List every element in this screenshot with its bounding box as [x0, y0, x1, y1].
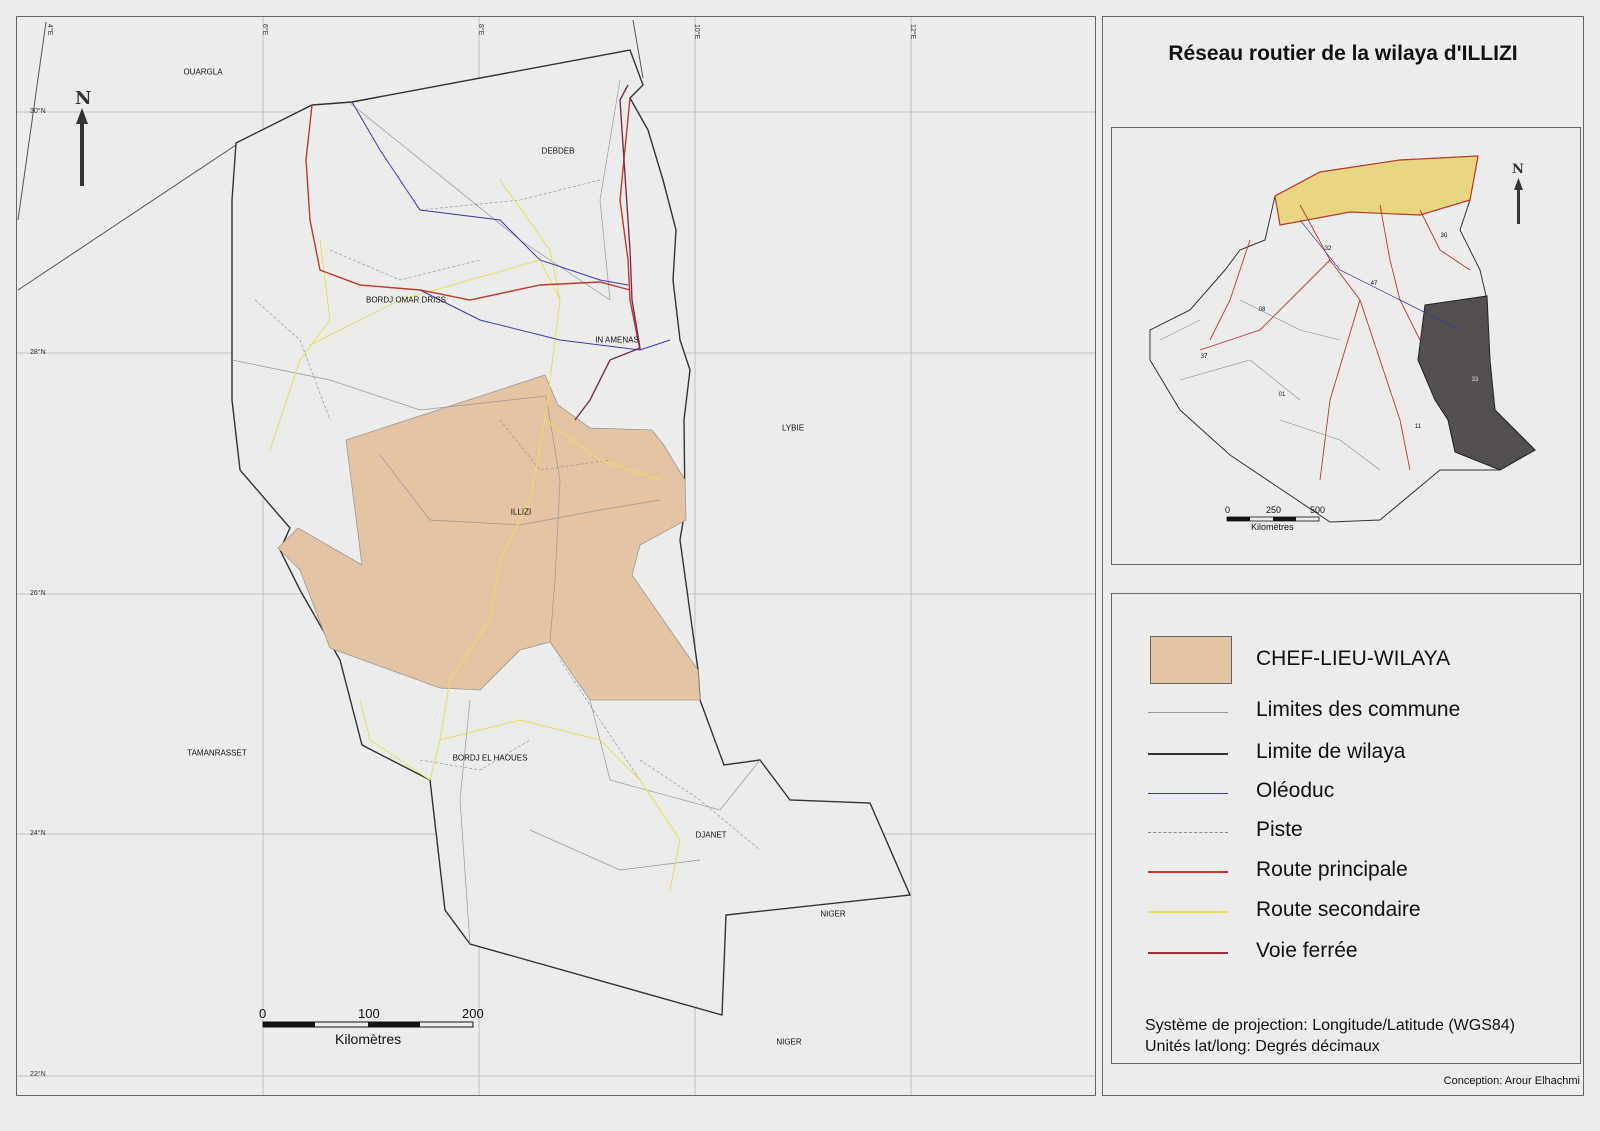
place-in-amenas: IN AMENAS — [595, 335, 639, 345]
legend-line-route-principale — [1148, 871, 1228, 873]
lat-tick-22: 22°N — [30, 1071, 46, 1078]
place-niger-2: NIGER — [776, 1037, 802, 1047]
north-label: N — [75, 88, 92, 109]
place-bordj-omar-driss: BORDJ OMAR DRISS — [365, 295, 447, 305]
projection-line-2: Unités lat/long: Degrés décimaux — [1145, 1038, 1380, 1055]
place-djanet: DJANET — [695, 830, 727, 840]
inset-scale-label-250: 250 — [1266, 505, 1282, 515]
legend-label-commune: Limites des commune — [1256, 698, 1461, 721]
inset-code-33: 33 — [1471, 377, 1479, 383]
lat-tick-28: 28°N — [30, 349, 46, 356]
legend-line-voie-ferree — [1148, 952, 1228, 954]
legend-row-wilaya — [1148, 739, 1228, 769]
legend-label-route-secondaire: Route secondaire — [1256, 898, 1421, 921]
legend-label-voie-ferree: Voie ferrée — [1256, 939, 1358, 962]
place-ouargla: OUARGLA — [183, 67, 223, 77]
lat-tick-24: 24°N — [30, 830, 46, 837]
lon-tick-12: 12°E — [909, 24, 916, 40]
scale-label-0: 0 — [259, 1006, 267, 1021]
inset-scale-unit: Kilomètres — [1251, 522, 1294, 532]
place-bordj-el-haoues: BORDJ EL HAOUES — [452, 753, 528, 763]
scale-label-200: 200 — [462, 1006, 484, 1021]
lon-tick-8: 8°E — [477, 24, 484, 36]
place-debdeb: DEBDEB — [541, 146, 575, 156]
place-niger-1: NIGER — [820, 909, 846, 919]
inset-north-label: N — [1512, 162, 1524, 177]
legend-label-piste: Piste — [1256, 818, 1303, 841]
legend-row-piste — [1148, 817, 1228, 847]
inset-north-arrow-shape — [1514, 178, 1523, 224]
legend-row-oleoduc — [1148, 778, 1228, 808]
legend-label-wilaya: Limite de wilaya — [1256, 740, 1406, 763]
inset-code-47: 47 — [1370, 281, 1378, 287]
inset-code-37: 37 — [1200, 354, 1208, 360]
legend-line-oleoduc — [1148, 792, 1228, 794]
place-tamanrasset: TAMANRASSET — [187, 748, 247, 758]
inset-code-30: 30 — [1440, 233, 1448, 239]
map-title: Réseau routier de la wilaya d'ILLIZI — [1168, 42, 1518, 65]
legend-line-piste — [1148, 831, 1228, 833]
lon-tick-6: 6°E — [261, 24, 268, 36]
lat-tick-30: 30°N — [30, 108, 46, 115]
legend-label-route-principale: Route principale — [1256, 858, 1408, 881]
legend-row-commune — [1148, 697, 1228, 727]
legend-chef-lieu-label: CHEF-LIEU-WILAYA — [1256, 647, 1451, 670]
inset-code-01: 01 — [1278, 392, 1286, 398]
lat-tick-26: 26°N — [30, 590, 46, 597]
credit: Conception: Arour Elhachmi — [1443, 1075, 1580, 1087]
legend-line-commune — [1148, 711, 1228, 713]
projection-line-1: Système de projection: Longitude/Latitud… — [1145, 1017, 1515, 1034]
scale-label-100: 100 — [358, 1006, 380, 1021]
lon-tick-10: 10°E — [693, 24, 700, 40]
inset-scale-label-500: 500 — [1310, 505, 1326, 515]
inset-code-32: 32 — [1324, 246, 1332, 252]
legend-row-voie-ferree — [1148, 938, 1228, 968]
inset-scale-bar — [1226, 516, 1320, 522]
place-lybie: LYBIE — [781, 423, 805, 433]
scale-unit: Kilomètres — [335, 1031, 402, 1047]
legend-line-wilaya — [1148, 753, 1228, 755]
inset-scale-label-0: 0 — [1225, 505, 1231, 515]
inset-code-08: 08 — [1258, 307, 1266, 313]
legend-row-route-secondaire — [1148, 897, 1228, 927]
legend-chef-lieu-swatch — [1150, 636, 1232, 684]
place-illizi: ILLIZI — [510, 507, 532, 517]
inset-map — [1149, 155, 1536, 523]
legend-line-route-secondaire — [1148, 911, 1228, 913]
legend-row-route-principale — [1148, 857, 1228, 887]
legend-label-oleoduc: Oléoduc — [1256, 779, 1335, 802]
lon-tick-4: 4°E — [46, 24, 53, 36]
inset-code-11: 11 — [1414, 424, 1422, 430]
